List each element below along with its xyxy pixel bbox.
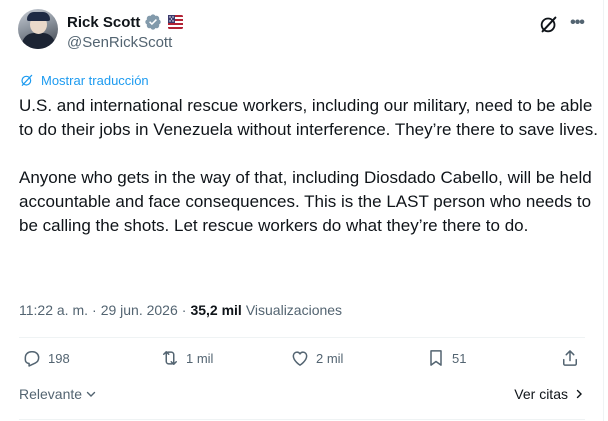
divider — [19, 337, 585, 338]
translate-link[interactable]: Mostrar traducción — [19, 72, 149, 88]
chevron-down-icon — [86, 391, 96, 397]
avatar[interactable] — [18, 9, 58, 49]
repost-icon — [163, 351, 177, 365]
author-name-row: Rick Scott — [67, 12, 184, 32]
like-count: 2 mil — [316, 350, 344, 366]
sort-label: Relevante — [19, 386, 83, 402]
bookmark-count: 51 — [452, 350, 467, 366]
grok-icon[interactable] — [538, 13, 560, 35]
tweet-card: Rick Scott @SenRickScott ••• Mostrar tra… — [0, 0, 604, 421]
heart-icon — [292, 351, 308, 366]
bookmark-button[interactable]: 51 — [426, 348, 466, 368]
action-bar: 198 1 mil 2 mil 51 — [0, 348, 608, 376]
author-handle[interactable]: @SenRickScott — [67, 34, 172, 51]
divider — [19, 419, 585, 420]
replies-footer: Relevante Ver citas — [19, 384, 585, 404]
translate-label: Mostrar traducción — [41, 72, 149, 88]
more-icon[interactable]: ••• — [566, 12, 588, 34]
author-name[interactable]: Rick Scott — [67, 14, 140, 31]
repost-button[interactable]: 1 mil — [160, 348, 213, 368]
like-button[interactable]: 2 mil — [290, 348, 343, 368]
translate-icon — [21, 74, 33, 86]
tweet-meta: 11:22 a. m. · 29 jun. 2026 · 35,2 mil Vi… — [19, 302, 342, 318]
tweet-text: U.S. and international rescue workers, i… — [19, 96, 598, 235]
views-label: Visualizaciones — [245, 302, 343, 318]
verified-badge-icon[interactable] — [144, 13, 162, 31]
reply-button[interactable]: 198 — [22, 348, 70, 368]
chevron-right-icon — [576, 389, 582, 399]
bookmark-icon — [430, 350, 442, 366]
tweet-date[interactable]: 29 jun. 2026 — [101, 302, 178, 318]
view-quotes-label: Ver citas — [514, 386, 568, 402]
meta-separator: · — [181, 302, 187, 318]
reply-icon — [24, 351, 40, 367]
views-count: 35,2 mil — [190, 302, 242, 318]
meta-separator: · — [92, 302, 97, 318]
tweet-time[interactable]: 11:22 a. m. — [19, 302, 88, 318]
view-quotes-link[interactable]: Ver citas — [514, 386, 585, 402]
share-button[interactable] — [560, 348, 580, 368]
repost-count: 1 mil — [186, 350, 214, 366]
sort-dropdown[interactable]: Relevante — [19, 386, 97, 402]
reply-count: 198 — [48, 350, 70, 366]
us-flag-icon — [168, 15, 184, 29]
share-icon — [563, 350, 577, 366]
